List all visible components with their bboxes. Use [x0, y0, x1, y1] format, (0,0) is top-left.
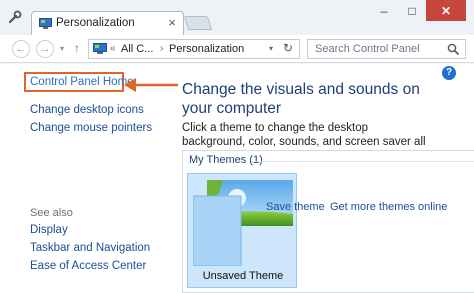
address-dropdown-icon[interactable]: ▾ [269, 44, 273, 53]
taskbar-and-navigation-link[interactable]: Taskbar and Navigation [30, 242, 150, 254]
breadcrumb-all-control-panel[interactable]: All C... [121, 43, 153, 55]
change-desktop-icons-link[interactable]: Change desktop icons [30, 104, 144, 116]
get-more-themes-link[interactable]: Get more themes online [330, 201, 447, 213]
page-title: Change the visuals and sounds on your co… [182, 81, 420, 117]
minimize-button[interactable]: – [370, 0, 398, 21]
annotation-arrow-icon [124, 78, 178, 92]
up-button[interactable]: ↑ [74, 41, 80, 55]
search-icon[interactable] [447, 43, 459, 55]
control-panel-home-link[interactable]: Control Panel Home [30, 76, 134, 88]
content-area: Control Panel Home Change desktop icons … [0, 64, 474, 293]
close-button[interactable]: ✕ [426, 0, 466, 21]
theme-preview-image [193, 180, 293, 266]
control-panel-home-highlight: Control Panel Home [24, 72, 134, 92]
breadcrumb-personalization[interactable]: Personalization [169, 43, 244, 55]
recent-pages-dropdown-icon[interactable]: ▾ [60, 44, 64, 53]
tab-personalization[interactable]: Personalization × [31, 11, 184, 36]
save-theme-link[interactable]: Save theme [266, 201, 325, 213]
breadcrumb-overflow[interactable]: « [110, 43, 116, 54]
breadcrumb-separator[interactable]: › [160, 43, 163, 54]
search-input[interactable]: Search Control Panel [307, 39, 466, 59]
themes-list: My Themes (1) Unsaved Theme [182, 150, 474, 293]
title-bar: Personalization × – □ ✕ [0, 0, 474, 36]
navigation-bar: ← → ▾ ↑ « All C... › Personalization ▾ ↻… [0, 35, 474, 63]
refresh-icon[interactable]: ↻ [283, 41, 293, 55]
control-panel-icon [39, 18, 52, 29]
display-link[interactable]: Display [30, 224, 68, 236]
maximize-button[interactable]: □ [398, 0, 426, 21]
window-controls: – □ ✕ [370, 0, 466, 21]
see-also-heading: See also [30, 207, 73, 219]
change-mouse-pointers-link[interactable]: Change mouse pointers [30, 122, 152, 134]
theme-label: Unsaved Theme [202, 270, 284, 282]
divider [251, 161, 474, 162]
forward-button[interactable]: → [36, 40, 54, 58]
search-placeholder: Search Control Panel [315, 43, 420, 55]
back-button[interactable]: ← [12, 40, 30, 58]
sidebar: Control Panel Home Change desktop icons … [0, 64, 178, 293]
tab-title: Personalization [56, 17, 135, 29]
tab-close-icon[interactable]: × [168, 15, 176, 31]
new-tab-button[interactable] [183, 16, 213, 30]
theme-tile-unsaved[interactable]: Unsaved Theme [187, 173, 297, 288]
wrench-icon[interactable] [8, 10, 22, 24]
address-bar[interactable]: « All C... › Personalization ▾ ↻ [88, 39, 300, 59]
ease-of-access-center-link[interactable]: Ease of Access Center [30, 260, 146, 272]
control-panel-icon [93, 43, 107, 54]
my-themes-header: My Themes (1) [189, 154, 263, 166]
help-icon[interactable]: ? [442, 66, 456, 80]
